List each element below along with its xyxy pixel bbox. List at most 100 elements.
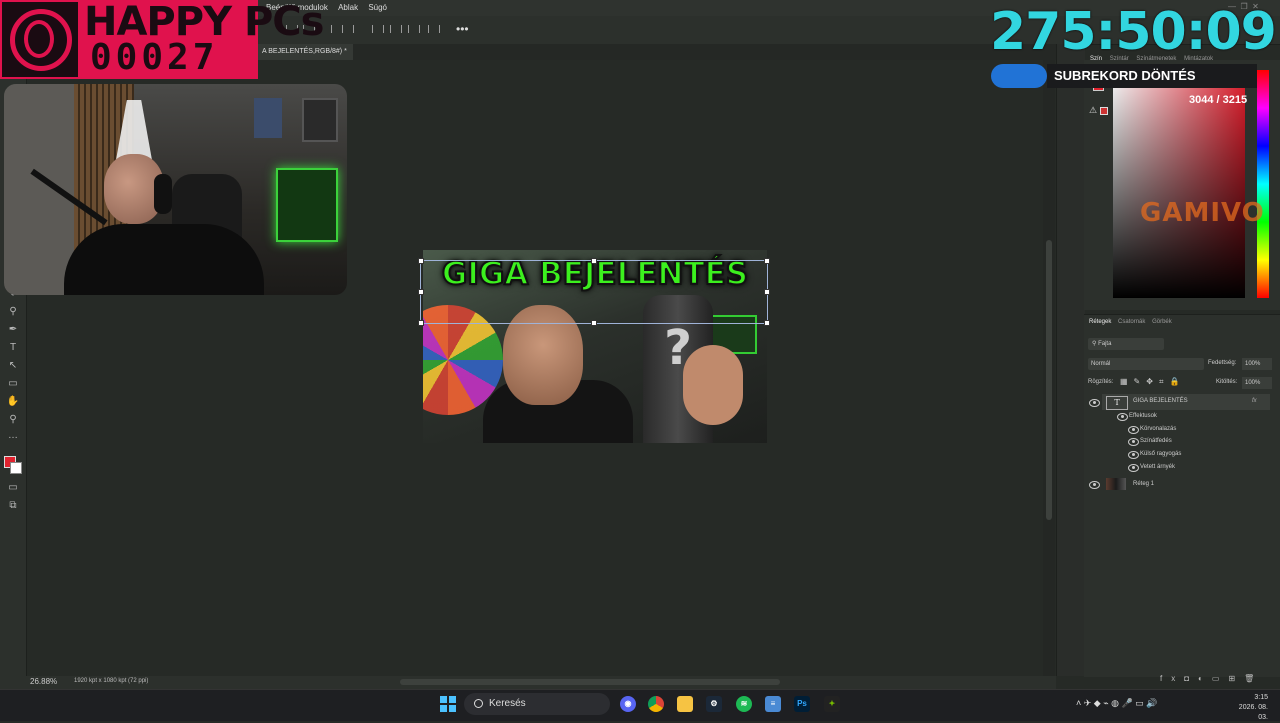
screen-mode-icon[interactable]: ⧉: [6, 500, 20, 512]
layers-panel-tabs: Rétegek Csatornák Görbék: [1084, 316, 1280, 330]
tab-channels[interactable]: Csatornák: [1118, 319, 1145, 325]
rectangle-tool-icon[interactable]: ▭: [6, 378, 20, 390]
effect-item[interactable]: Színátfedés: [1140, 438, 1172, 444]
lock-icons[interactable]: ▦✎✥⌗🔒: [1120, 377, 1185, 387]
background-color-swatch[interactable]: [10, 462, 22, 474]
transform-handle[interactable]: [764, 258, 770, 264]
notepad-icon[interactable]: ≡: [765, 696, 781, 712]
eye-icon[interactable]: [1128, 451, 1139, 459]
tab-curves[interactable]: Görbék: [1152, 319, 1172, 325]
webcam-poster: [254, 98, 282, 138]
eye-icon[interactable]: [1089, 481, 1100, 489]
transform-handle[interactable]: [591, 258, 597, 264]
menu-item-window[interactable]: Ablak: [338, 0, 358, 16]
distribute-icon[interactable]: [342, 25, 354, 33]
blend-mode-select[interactable]: Normál: [1088, 358, 1204, 370]
effect-item[interactable]: Külső ragyogás: [1140, 451, 1181, 457]
taskbar-search[interactable]: [464, 693, 610, 715]
sub-progress-pill: [991, 64, 1047, 88]
eye-icon[interactable]: [1117, 413, 1128, 421]
distribute-vertical-icon[interactable]: [428, 25, 440, 33]
layer-actions-icons[interactable]: fx◘◐▭⊞🗑: [1160, 674, 1263, 683]
clock-time: 3:15: [1254, 694, 1268, 701]
fill-label: Kitöltés:: [1216, 379, 1238, 385]
document-size-info: 1920 kpt x 1080 kpt (72 ppi): [74, 678, 149, 684]
brand-name: HAPPY PCs: [84, 0, 324, 45]
menu-item-help[interactable]: Súgó: [368, 0, 387, 16]
chrome-icon[interactable]: [648, 696, 664, 712]
subathon-timer: 275:50:09: [990, 2, 1277, 62]
sub-count: 3044 / 3215: [1189, 94, 1248, 106]
taskbar-clock[interactable]: 3:15 2026. 08. 03.: [1236, 693, 1268, 723]
transform-handle[interactable]: [418, 320, 424, 326]
align-middle-icon[interactable]: [390, 25, 402, 33]
file-explorer-icon[interactable]: [677, 696, 693, 712]
hand-tool-icon[interactable]: ✋: [6, 396, 20, 408]
window-controls[interactable]: — ❐ ✕: [1228, 2, 1259, 11]
effect-item[interactable]: Körvonalazás: [1140, 426, 1176, 432]
scroll-thumb[interactable]: [1046, 240, 1052, 520]
webcam-green-pc: [276, 168, 338, 242]
windows-start-icon[interactable]: [440, 696, 456, 712]
clock-date: 2026. 08. 03.: [1238, 704, 1268, 721]
eye-icon[interactable]: [1089, 399, 1100, 407]
align-bottom-icon[interactable]: [408, 25, 420, 33]
align-top-icon[interactable]: [372, 25, 384, 33]
spotify-icon[interactable]: ≋: [736, 696, 752, 712]
fx-icon[interactable]: fx: [1252, 398, 1257, 404]
photoshop-icon[interactable]: Ps: [794, 696, 810, 712]
horizontal-scrollbar[interactable]: [400, 679, 780, 685]
gamut-warning-icon: ⚠: [1089, 105, 1098, 115]
quick-mask-icon[interactable]: ▭: [6, 482, 20, 494]
zoom-tool-icon[interactable]: ⚲: [6, 414, 20, 426]
sponsor-watermark: GAMIVO: [1140, 198, 1265, 228]
vertical-scrollbar[interactable]: [1043, 60, 1055, 676]
tab-layers[interactable]: Rétegek: [1089, 319, 1111, 325]
hue-slider[interactable]: [1257, 70, 1269, 298]
layer-name[interactable]: GIGA BEJELENTÉS: [1133, 398, 1188, 404]
transform-handle[interactable]: [764, 320, 770, 326]
sub-banner-text: SUBREKORD DÖNTÉS: [1054, 68, 1196, 83]
search-icon: [474, 699, 483, 708]
layer-filter-label: Fajta: [1098, 341, 1112, 347]
eye-icon[interactable]: [1128, 438, 1139, 446]
layer-filter-select[interactable]: ⚲ Fajta: [1088, 338, 1164, 350]
transform-bounding-box[interactable]: [420, 260, 768, 324]
webcam-poster: [302, 98, 338, 142]
transform-handle[interactable]: [591, 320, 597, 326]
layer-name[interactable]: Réteg 1: [1133, 481, 1154, 487]
layer-thumbnail: [1106, 478, 1126, 490]
path-select-tool-icon[interactable]: ↖: [6, 360, 20, 372]
logo-ring-inner: [24, 20, 54, 58]
search-placeholder: Keresés: [489, 698, 526, 709]
pen-tool-icon[interactable]: ✒: [6, 324, 20, 336]
transform-handle[interactable]: [764, 289, 770, 295]
eye-icon[interactable]: [1128, 426, 1139, 434]
gamut-color-box[interactable]: [1100, 107, 1108, 115]
blend-mode-value: Normál: [1091, 361, 1111, 367]
transform-handle[interactable]: [418, 289, 424, 295]
nvidia-icon[interactable]: ✦: [824, 696, 840, 712]
document-tab[interactable]: A BEJELENTÉS,RGB/8#) *: [256, 44, 353, 60]
hand: [683, 345, 743, 425]
more-options-icon[interactable]: •••: [456, 22, 469, 36]
text-layer-icon: T: [1106, 396, 1128, 410]
steam-icon[interactable]: ⚙: [706, 696, 722, 712]
effect-item[interactable]: Vetett árnyék: [1140, 464, 1175, 470]
webcam-person-body: [64, 224, 264, 295]
opacity-field[interactable]: 100%: [1242, 358, 1272, 370]
dodge-tool-icon[interactable]: ⚲: [6, 306, 20, 318]
lock-label: Rögzítés:: [1088, 379, 1114, 385]
discord-icon[interactable]: ◉: [620, 696, 636, 712]
system-tray-icons[interactable]: ˄ ✈ ◆ ⌁ ◍ 🎤 ▭ 🔊: [1076, 698, 1157, 709]
fill-field[interactable]: 100%: [1242, 377, 1272, 389]
panel-dock-icons: [1056, 44, 1085, 676]
more-tools-icon[interactable]: …: [6, 430, 20, 442]
transform-handle[interactable]: [418, 258, 424, 264]
type-tool-icon[interactable]: T: [6, 342, 20, 354]
webcam-headset: [154, 174, 172, 214]
effects-label: Effektusok: [1129, 413, 1157, 419]
zoom-level[interactable]: 26.88%: [30, 677, 57, 686]
eye-icon[interactable]: [1128, 464, 1139, 472]
brand-counter: 00027: [90, 37, 219, 78]
